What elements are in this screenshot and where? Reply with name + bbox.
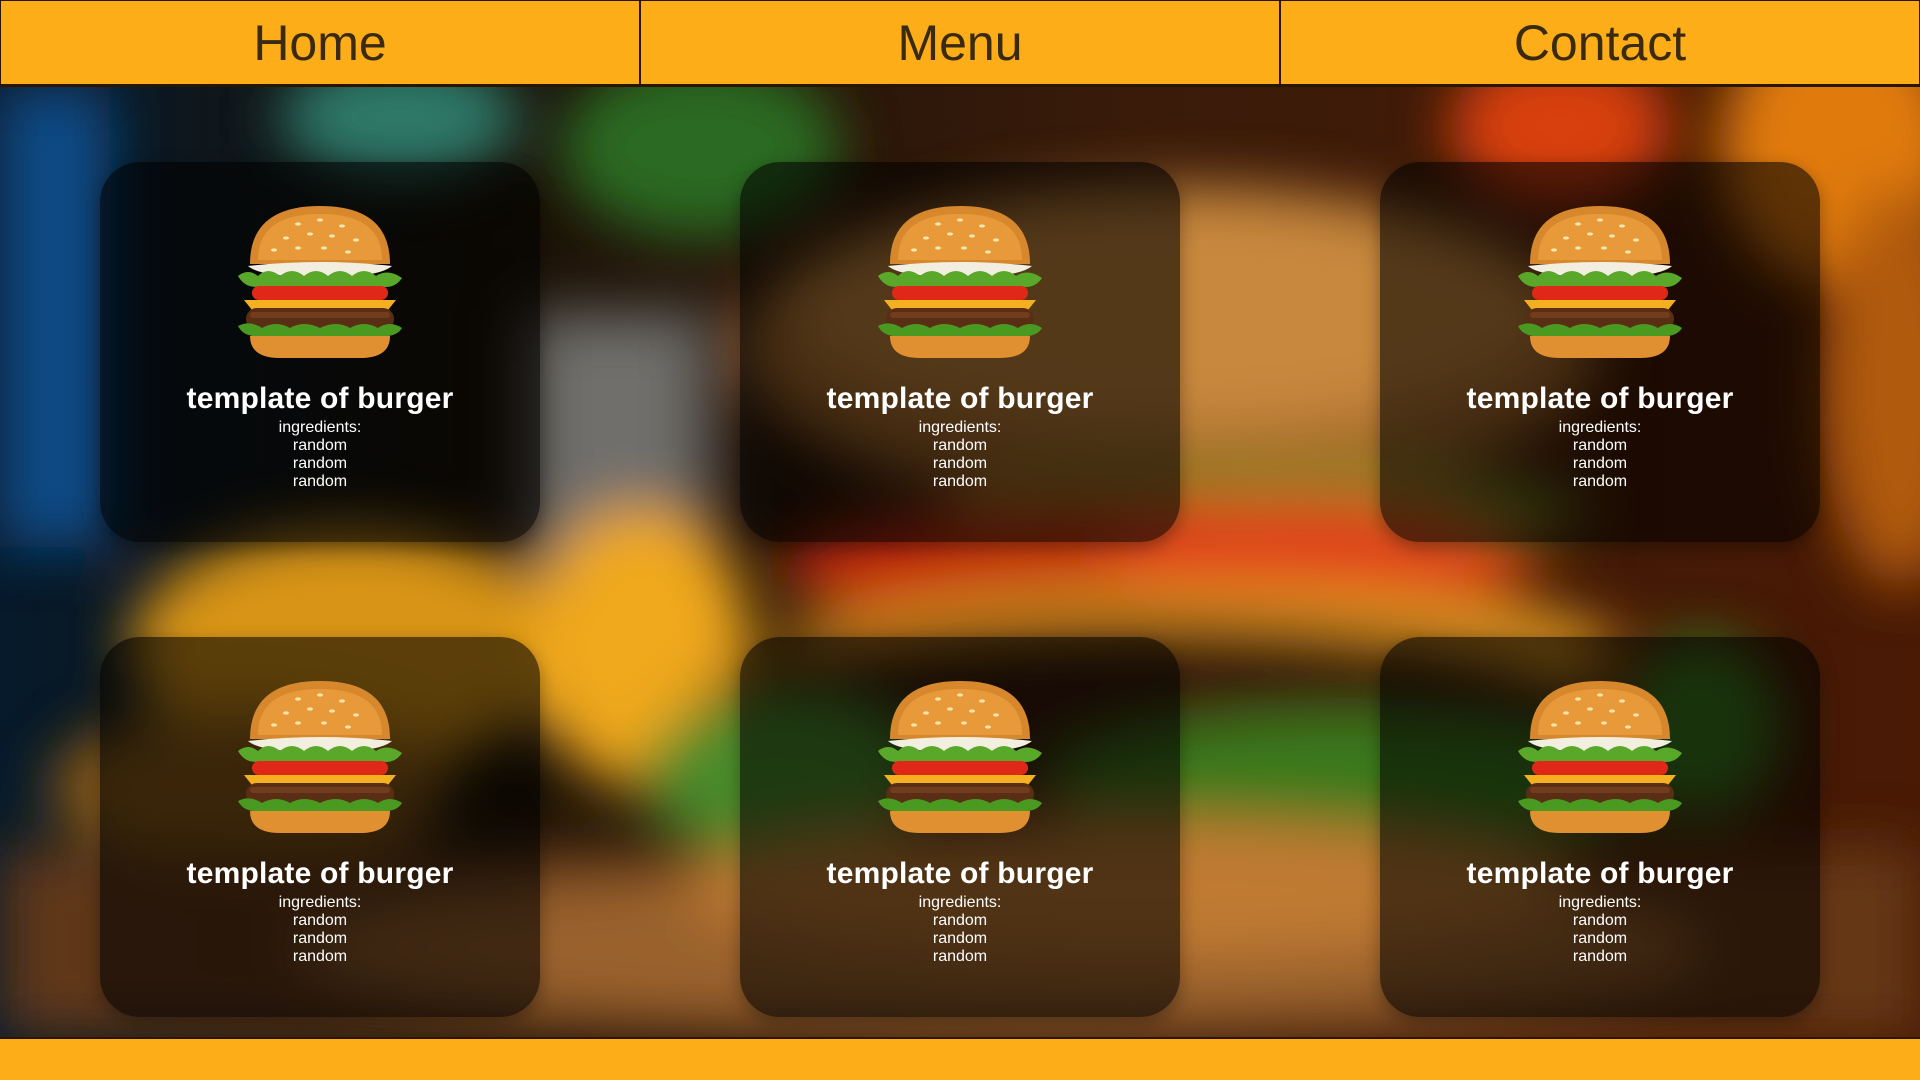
ingredient-item: random — [292, 473, 348, 490]
ingredient-item: random — [1572, 473, 1628, 490]
burger-card[interactable]: template of burger ingredients: random r… — [1380, 637, 1820, 1017]
ingredients-label: ingredients: — [278, 419, 362, 436]
ingredient-item: random — [932, 912, 988, 929]
ingredient-item: random — [1572, 930, 1628, 947]
nav-menu[interactable]: Menu — [640, 0, 1280, 85]
ingredient-item: random — [932, 930, 988, 947]
ingredients-list: ingredients: random random random — [1380, 894, 1820, 966]
ingredients-list: ingredients: random random random — [100, 419, 540, 491]
ingredient-item: random — [292, 455, 348, 472]
ingredient-item: random — [292, 948, 348, 965]
ingredients-label: ingredients: — [918, 419, 1002, 436]
card-title: template of burger — [186, 382, 454, 415]
burger-icon — [868, 202, 1052, 362]
nav-contact[interactable]: Contact — [1280, 0, 1920, 85]
burger-icon — [228, 677, 412, 837]
ingredient-item: random — [1572, 455, 1628, 472]
ingredients-label: ingredients: — [1558, 894, 1642, 911]
card-title: template of burger — [186, 857, 454, 890]
burger-card[interactable]: template of burger ingredients: random r… — [100, 637, 540, 1017]
ingredients-list: ingredients: random random random — [1380, 419, 1820, 491]
ingredient-item: random — [292, 437, 348, 454]
footer-bar — [0, 1037, 1920, 1080]
card-title: template of burger — [826, 857, 1094, 890]
burger-card[interactable]: template of burger ingredients: random r… — [1380, 162, 1820, 542]
burger-card[interactable]: template of burger ingredients: random r… — [740, 162, 1180, 542]
ingredients-list: ingredients: random random random — [740, 894, 1180, 966]
ingredient-item: random — [1572, 437, 1628, 454]
ingredient-item: random — [932, 437, 988, 454]
ingredient-item: random — [932, 455, 988, 472]
ingredient-item: random — [1572, 948, 1628, 965]
ingredients-list: ingredients: random random random — [740, 419, 1180, 491]
burger-card[interactable]: template of burger ingredients: random r… — [100, 162, 540, 542]
top-navigation: Home Menu Contact — [0, 0, 1920, 87]
card-title: template of burger — [1466, 382, 1734, 415]
ingredients-label: ingredients: — [1558, 419, 1642, 436]
ingredient-item: random — [932, 948, 988, 965]
ingredient-item: random — [292, 912, 348, 929]
ingredients-label: ingredients: — [918, 894, 1002, 911]
card-title: template of burger — [826, 382, 1094, 415]
burger-icon — [1508, 202, 1692, 362]
burger-icon — [1508, 677, 1692, 837]
ingredients-label: ingredients: — [278, 894, 362, 911]
burger-card[interactable]: template of burger ingredients: random r… — [740, 637, 1180, 1017]
nav-home[interactable]: Home — [0, 0, 640, 85]
ingredients-list: ingredients: random random random — [100, 894, 540, 966]
burger-card-grid: template of burger ingredients: random r… — [0, 87, 1920, 1037]
ingredient-item: random — [1572, 912, 1628, 929]
ingredient-item: random — [292, 930, 348, 947]
burger-icon — [228, 202, 412, 362]
card-title: template of burger — [1466, 857, 1734, 890]
burger-icon — [868, 677, 1052, 837]
ingredient-item: random — [932, 473, 988, 490]
